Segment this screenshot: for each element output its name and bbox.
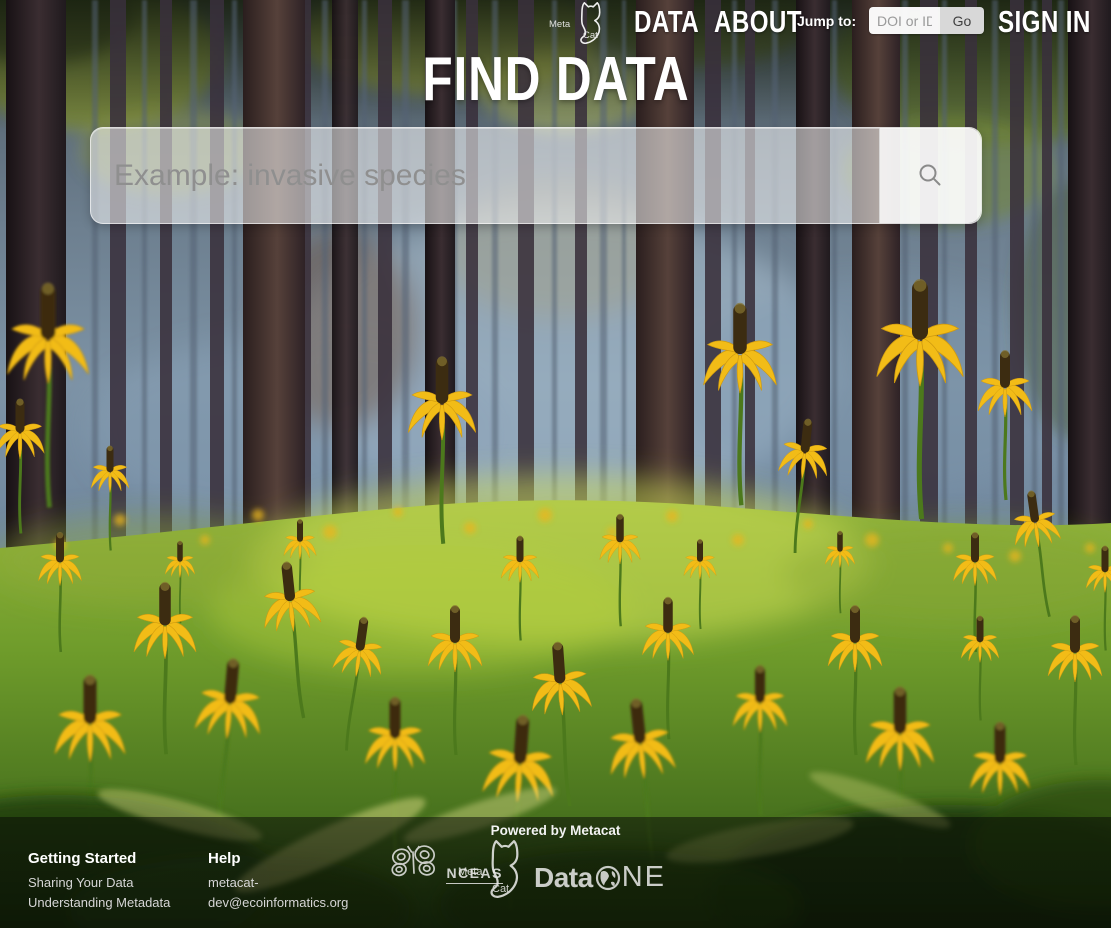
jump-to-form: Go — [869, 7, 984, 34]
footer: Powered by Metacat Getting Started Shari… — [0, 817, 1111, 928]
getting-started-heading: Getting Started — [28, 850, 188, 867]
dataone-logo[interactable]: Data NE — [534, 861, 666, 894]
footer-getting-started: Getting Started Sharing Your Data Unders… — [28, 850, 188, 913]
page-title: FIND DATA — [0, 44, 1111, 115]
metacat-logo-meta-text: Meta — [458, 866, 482, 878]
metacat-logo[interactable]: Meta Cat — [547, 1, 623, 43]
metacat-footer-logo[interactable]: Meta Cat — [458, 840, 528, 906]
sign-in-link[interactable]: SIGN IN — [998, 4, 1111, 40]
link-help-email[interactable]: metacat-dev@ecoinformatics.org — [208, 873, 356, 913]
search-icon — [917, 162, 944, 189]
link-sharing-your-data[interactable]: Sharing Your Data — [28, 873, 188, 893]
dataone-ne-text: NE — [622, 861, 666, 894]
metacat-logo-cat-text: Cat — [583, 30, 598, 41]
footer-help: Help metacat-dev@ecoinformatics.org — [208, 850, 356, 913]
metacat-logo-cat-text: Cat — [492, 883, 509, 895]
search-button[interactable] — [879, 128, 981, 223]
search-box — [90, 127, 982, 224]
page: Meta Cat DATA ABOUT Jump to: Go SIGN IN … — [0, 0, 1111, 928]
nceas-butterfly-icon — [386, 844, 442, 878]
powered-by-text: Powered by Metacat — [0, 823, 1111, 838]
doi-or-id-input[interactable] — [869, 7, 940, 34]
go-button[interactable]: Go — [940, 7, 984, 34]
metacat-logo-meta-text: Meta — [549, 19, 570, 30]
help-heading: Help — [208, 850, 356, 867]
dataone-data-text: Data — [534, 862, 593, 894]
link-understanding-metadata[interactable]: Understanding Metadata — [28, 893, 188, 913]
search-input[interactable] — [91, 128, 881, 223]
nav-link-data[interactable]: DATA — [634, 4, 718, 40]
top-nav: Meta Cat DATA ABOUT Jump to: Go SIGN IN — [0, 0, 1111, 46]
dataone-globe-icon — [595, 865, 621, 891]
jump-to-label: Jump to: — [797, 13, 856, 29]
